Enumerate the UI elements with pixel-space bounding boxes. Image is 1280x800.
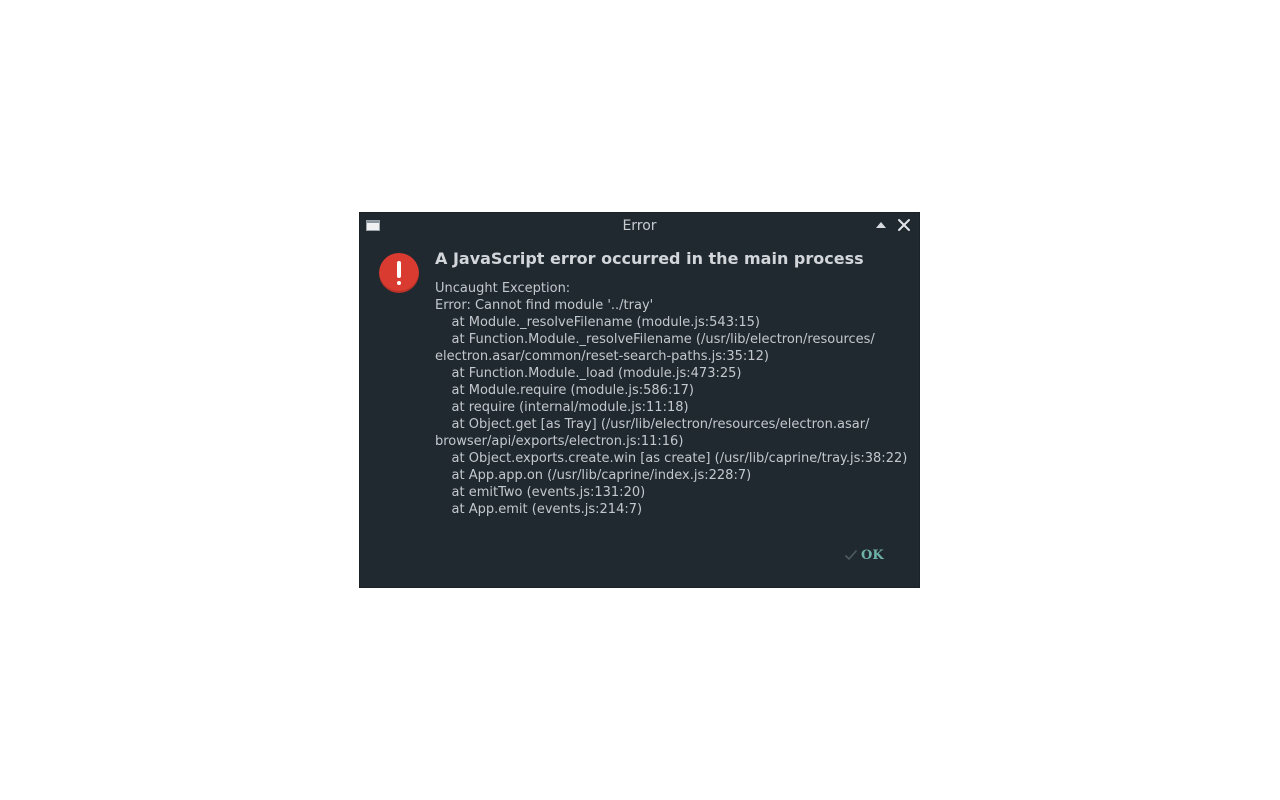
message-line: at Object.exports.create.win [as create]… [435, 451, 908, 466]
window-title: Error [622, 218, 657, 234]
ok-button[interactable]: OK [840, 546, 912, 568]
titlebar[interactable]: Error [360, 213, 919, 239]
message-line: at Module.require (module.js:586:17) [435, 383, 694, 398]
error-dialog: Error A JavaScript error occurred in the… [359, 212, 920, 588]
close-button[interactable] [896, 217, 912, 233]
message-line: browser/api/exports/electron.js:11:16) [435, 434, 684, 449]
ok-label: OK [861, 548, 884, 563]
message-line: at Function.Module._resolveFilename (/us… [435, 332, 875, 347]
close-icon [898, 219, 910, 231]
error-icon [379, 253, 419, 293]
message-line: at Object.get [as Tray] (/usr/lib/electr… [435, 417, 870, 432]
message-line: at App.app.on (/usr/lib/caprine/index.js… [435, 468, 752, 483]
dialog-heading: A JavaScript error occurred in the main … [435, 249, 864, 268]
message-line: at Module._resolveFilename (module.js:54… [435, 315, 760, 330]
message-line: at App.emit (events.js:214:7) [435, 502, 643, 517]
message-line: at emitTwo (events.js:131:20) [435, 485, 646, 500]
message-line: electron.asar/common/reset-search-paths.… [435, 349, 769, 364]
shade-button[interactable] [874, 217, 888, 233]
error-message: Uncaught Exception: Error: Cannot find mo… [435, 280, 915, 518]
message-line: Uncaught Exception: [435, 281, 571, 296]
shade-up-icon [876, 222, 886, 228]
checkmark-icon [844, 549, 858, 561]
message-line: at require (internal/module.js:11:18) [435, 400, 689, 415]
message-line: Error: Cannot find module '../tray' [435, 298, 654, 313]
message-line: at Function.Module._load (module.js:473:… [435, 366, 742, 381]
